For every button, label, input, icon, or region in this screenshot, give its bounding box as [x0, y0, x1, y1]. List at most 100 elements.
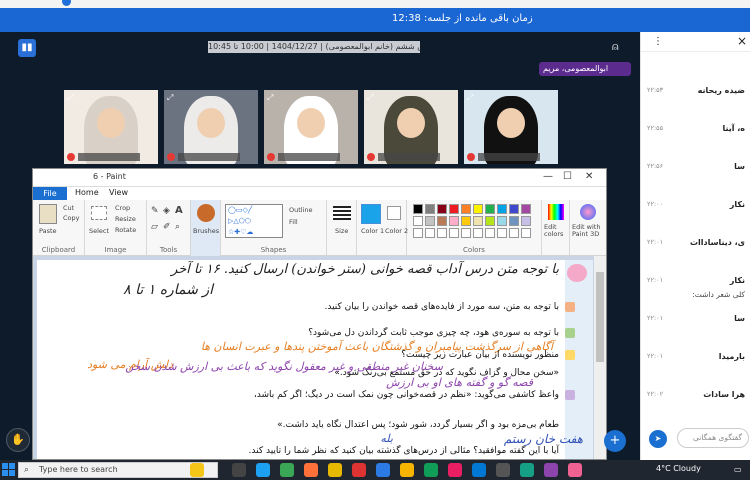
size-label[interactable]: Size — [335, 227, 348, 235]
participant-icon[interactable]: ⍝ — [612, 40, 626, 54]
maximize-icon[interactable]: ☐ — [563, 171, 572, 182]
color-swatch[interactable] — [473, 216, 483, 226]
select-label[interactable]: Select — [89, 227, 109, 235]
video-tile[interactable]: ⤢ — [64, 90, 158, 164]
color-swatch[interactable] — [449, 204, 459, 214]
empty-swatch[interactable] — [437, 228, 447, 238]
color-swatch[interactable] — [413, 204, 423, 214]
size-icon[interactable] — [333, 206, 351, 220]
color-swatch[interactable] — [425, 216, 435, 226]
expand-icon[interactable]: ⤢ — [167, 93, 173, 103]
notification-icon[interactable]: ▭ — [734, 465, 742, 474]
empty-swatch[interactable] — [413, 228, 423, 238]
app-icon[interactable] — [448, 463, 462, 477]
text-icon[interactable]: A — [175, 205, 183, 216]
app-icon[interactable] — [376, 463, 390, 477]
expand-icon[interactable]: ⤢ — [467, 93, 473, 103]
color-swatch[interactable] — [473, 204, 483, 214]
color-swatch[interactable] — [509, 204, 519, 214]
task-view-icon[interactable] — [232, 463, 246, 477]
expand-icon[interactable]: ⤢ — [67, 93, 73, 103]
color2-label[interactable]: Color 2 — [385, 227, 408, 235]
edit-colors[interactable]: Edit colors — [542, 200, 570, 256]
color-swatch[interactable] — [485, 216, 495, 226]
color1-label[interactable]: Color 1 — [361, 227, 384, 235]
paint-canvas[interactable]: با توجه متن درس آداب قصه خوانی (ستر خوان… — [37, 260, 593, 459]
taskbar-search-input[interactable]: ⌕ Type here to search — [18, 462, 218, 478]
paste-icon[interactable] — [39, 204, 57, 224]
paint-app-icon[interactable] — [544, 463, 558, 477]
minimize-icon[interactable]: — — [543, 171, 553, 182]
expand-icon[interactable]: ⤢ — [267, 93, 273, 103]
scrollbar-thumb[interactable] — [596, 272, 604, 362]
menu-home[interactable]: Home — [75, 188, 99, 197]
firefox-icon[interactable] — [304, 463, 318, 477]
app-icon[interactable] — [424, 463, 438, 477]
paint3d-label[interactable]: Edit with Paint 3D — [572, 224, 606, 238]
select-icon[interactable] — [91, 206, 107, 220]
send-arrow-icon[interactable]: ➤ — [649, 430, 667, 448]
edit-colors-label[interactable]: Edit colors — [544, 224, 570, 238]
picker-icon[interactable]: ✐ — [163, 222, 171, 232]
video-tile[interactable]: ⤢ — [364, 90, 458, 164]
add-button[interactable]: + — [604, 430, 626, 452]
app-icon[interactable] — [520, 463, 534, 477]
rotate-label[interactable]: Rotate — [115, 226, 136, 234]
fill-bucket-icon[interactable]: ◈ — [163, 206, 170, 216]
color-swatch[interactable] — [413, 216, 423, 226]
color-swatch[interactable] — [509, 216, 519, 226]
raise-hand-icon[interactable]: ✋ — [6, 428, 30, 452]
color-swatch[interactable] — [437, 216, 447, 226]
empty-swatch[interactable] — [509, 228, 519, 238]
shapes-gallery-icon[interactable]: ◯▭◇╱ ▷△⬠⬡ ☆✚♡☁ — [225, 204, 283, 238]
widgets-icon[interactable] — [256, 463, 270, 477]
app-icon[interactable] — [472, 463, 486, 477]
vertical-scrollbar[interactable] — [594, 256, 606, 459]
paint3d[interactable]: Edit with Paint 3D — [570, 200, 606, 256]
paint3d-app-icon[interactable] — [568, 463, 582, 477]
magnifier-icon[interactable]: ⌕ — [175, 222, 180, 232]
empty-swatch[interactable] — [521, 228, 531, 238]
color-swatch[interactable] — [521, 216, 531, 226]
empty-swatch[interactable] — [497, 228, 507, 238]
sparkle-icon[interactable] — [190, 463, 204, 477]
close-panel-icon[interactable]: × — [737, 34, 747, 48]
app-icon[interactable] — [352, 463, 366, 477]
empty-swatch[interactable] — [425, 228, 435, 238]
color-swatch[interactable] — [461, 204, 471, 214]
empty-swatch[interactable] — [449, 228, 459, 238]
browser-icon[interactable] — [280, 463, 294, 477]
video-tile[interactable]: ⤢ — [164, 90, 258, 164]
close-icon[interactable]: ✕ — [585, 171, 593, 182]
empty-swatch[interactable] — [485, 228, 495, 238]
eraser-icon[interactable]: ▱ — [151, 222, 158, 232]
group-brushes[interactable]: Brushes — [191, 200, 221, 256]
pencil-icon[interactable]: ✎ — [151, 206, 159, 216]
color-swatch[interactable] — [497, 216, 507, 226]
cut-label[interactable]: Cut — [63, 204, 74, 212]
color-swatch[interactable] — [449, 216, 459, 226]
color1-swatch[interactable] — [361, 204, 381, 224]
outline-label[interactable]: Outline — [289, 206, 313, 214]
color-swatch[interactable] — [437, 204, 447, 214]
color2-swatch[interactable] — [387, 206, 401, 220]
file-explorer-icon[interactable] — [328, 463, 342, 477]
presenter-chip[interactable]: ابوالمعصومی، مریم — [539, 62, 631, 76]
video-tile[interactable]: ⤢ — [464, 90, 558, 164]
crop-label[interactable]: Crop — [115, 204, 130, 212]
fill-label[interactable]: Fill — [289, 218, 298, 226]
weather-widget[interactable]: 4°C Cloudy — [656, 464, 701, 473]
paste-label[interactable]: Paste — [39, 227, 57, 235]
brushes-label[interactable]: Brushes — [193, 227, 219, 235]
chrome-icon[interactable] — [400, 463, 414, 477]
empty-swatch[interactable] — [461, 228, 471, 238]
app-icon[interactable] — [496, 463, 510, 477]
color-swatch[interactable] — [497, 204, 507, 214]
video-tile[interactable]: ⤢ — [264, 90, 358, 164]
expand-icon[interactable]: ⤢ — [367, 93, 373, 103]
bars-logo-icon[interactable]: ▮▮ — [18, 39, 36, 57]
color-swatch[interactable] — [461, 216, 471, 226]
more-icon[interactable]: ⋮ — [653, 36, 663, 47]
menu-file[interactable]: File — [33, 187, 67, 200]
copy-label[interactable]: Copy — [63, 214, 80, 222]
